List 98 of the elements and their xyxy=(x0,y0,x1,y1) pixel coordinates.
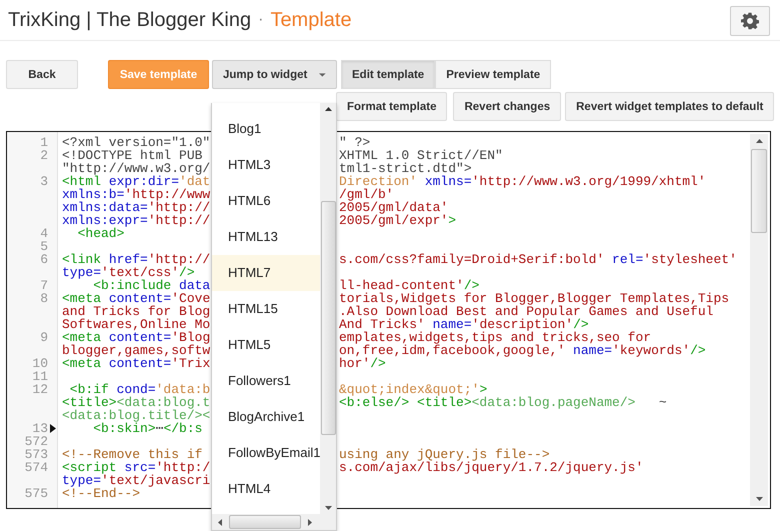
caret-icon xyxy=(319,72,326,76)
menu-item[interactable]: HTML4 xyxy=(212,471,320,507)
code-text: <b:if cond='data:b xyxy=(70,382,210,397)
code-text: &quot;index&quot;'> xyxy=(339,382,488,397)
code-text: xmlns:data='http:// xyxy=(62,200,210,215)
menu-item[interactable]: HTML5 xyxy=(212,327,320,363)
code-text: <head> xyxy=(78,226,124,241)
settings-icon xyxy=(741,12,759,30)
code-text: /gml/b' xyxy=(339,187,394,202)
code-text: Softwares,Online Mo xyxy=(62,317,210,332)
line-number: 1 xyxy=(40,136,48,149)
code-text: <title><data:blog.t xyxy=(62,395,210,410)
code-text: hor'/> xyxy=(339,356,386,371)
menu-item[interactable]: HTML3 xyxy=(212,147,320,183)
scroll-left-icon xyxy=(218,518,222,526)
view-tab[interactable]: Preview template xyxy=(435,60,552,89)
scroll-up-icon xyxy=(756,139,762,143)
menu-item[interactable]: HTML6 xyxy=(212,183,320,219)
back-button[interactable]: Back xyxy=(6,60,78,89)
line-number: 572 xyxy=(24,435,48,448)
code-text: type='text/javascri xyxy=(62,473,210,488)
line-number: 13 xyxy=(32,422,48,435)
line-number: 9 xyxy=(40,331,48,344)
code-text: <meta content='Trix xyxy=(62,356,210,371)
line-number: 4 xyxy=(40,227,48,240)
code-text: <!DOCTYPE html PUB xyxy=(62,148,202,163)
code-text: 2005/gml/expr'> xyxy=(339,213,456,228)
code-text: <!--End--> xyxy=(62,486,140,501)
line-number: 12 xyxy=(32,383,48,396)
code-text: <b:include data xyxy=(93,278,210,293)
blog-title: TrixKing | The Blogger King xyxy=(8,8,252,32)
code-text: xmlns:expr='http:// xyxy=(62,213,210,228)
scroll-thumb[interactable] xyxy=(229,515,301,529)
separator-dot: · xyxy=(258,11,264,29)
code-text: xmlns:b='http://www xyxy=(62,187,210,202)
scroll-down-icon xyxy=(756,497,762,501)
line-number: 5 xyxy=(40,240,48,253)
scroll-up-icon xyxy=(324,107,332,111)
page-title: Template xyxy=(270,8,352,32)
code-text: Direction' xmlns='http://www.w3.org/1999/xhtml' xyxy=(339,174,706,189)
code-text: blogger,games,softw xyxy=(62,343,210,358)
code-text: <meta content='Cove xyxy=(62,291,210,306)
menu-item[interactable]: HTML13 xyxy=(212,219,320,255)
line-number: 6 xyxy=(40,253,48,266)
settings-button[interactable] xyxy=(730,6,770,36)
scrollbar[interactable] xyxy=(320,103,336,514)
code-text: <!--Remove this if xyxy=(62,447,202,462)
code-text: <?xml version="1.0" xyxy=(62,135,210,150)
code-text: <data:blog.title/>< xyxy=(62,408,210,423)
scrollbar[interactable] xyxy=(750,134,768,506)
view-tab[interactable]: Edit template xyxy=(341,60,436,89)
code-text: ll-head-content'/> xyxy=(339,278,480,293)
code-text: <link href='http:// xyxy=(62,252,210,267)
horizontal-scrollbar[interactable] xyxy=(212,514,336,530)
fold-marker-icon[interactable] xyxy=(50,424,56,433)
code-text: torials,Widgets for Blogger,Blogger Templates,Tips xyxy=(339,291,730,306)
code-text: tml1-strict.dtd"> xyxy=(339,161,472,176)
code-text: emplates,widgets,tips and tricks,seo for xyxy=(339,330,652,345)
code-text: <html expr:dir='dat xyxy=(62,174,210,189)
line-number: 10 xyxy=(32,357,48,370)
code-text: And Tricks' name='description'/> xyxy=(339,317,589,332)
line-number: 575 xyxy=(24,487,48,500)
code-text: <b:else/> <title><data:blog.pageName/> ~ xyxy=(339,395,667,410)
line-number: 574 xyxy=(24,461,48,474)
code-text: <b:skin>⋯</b:s xyxy=(93,421,202,436)
scroll-thumb[interactable] xyxy=(751,149,767,233)
scroll-down-icon xyxy=(324,506,332,510)
line-number: 573 xyxy=(24,448,48,461)
menu-item[interactable]: HTML15 xyxy=(212,291,320,327)
code-text: <meta content='Blog xyxy=(62,330,210,345)
menu-item[interactable]: FollowByEmail1 xyxy=(212,435,320,471)
code-text: " ?> xyxy=(339,135,370,150)
line-number: 2 xyxy=(40,149,48,162)
code-text: on,free,idm,facebook,google,' name='keywords'/> xyxy=(339,343,706,358)
code-text: 2005/gml/data' xyxy=(339,200,448,215)
scroll-right-icon xyxy=(308,518,312,526)
code-text: and Tricks for Blog xyxy=(62,304,210,319)
menu-item[interactable]: Blog1 xyxy=(212,111,320,147)
code-text: XHTML 1.0 Strict//EN" xyxy=(339,148,503,163)
code-text: .Also Download Best and Popular Games and Useful xyxy=(339,304,714,319)
scroll-thumb[interactable] xyxy=(320,201,336,435)
line-number: 8 xyxy=(40,292,48,305)
action-button[interactable]: Revert widget templates to default xyxy=(565,92,774,121)
code-text: <script src='http:/ xyxy=(62,460,210,475)
line-number: 7 xyxy=(40,279,48,292)
menu-item[interactable]: BlogArchive1 xyxy=(212,399,320,435)
action-button[interactable]: Revert changes xyxy=(453,92,562,121)
dropdown-button[interactable]: Jump to widget xyxy=(212,60,337,89)
code-text: using any jQuery.js file--> xyxy=(339,447,550,462)
menu-item[interactable]: Followers1 xyxy=(212,363,320,399)
code-text: s.com/css?family=Droid+Serif:bold' rel='stylesheet' xyxy=(339,252,737,267)
action-button[interactable]: Format template xyxy=(336,92,448,121)
menu-item[interactable]: HTML7 xyxy=(212,255,320,291)
line-number: 11 xyxy=(32,370,48,383)
code-text: type='text/css'/> xyxy=(62,265,195,280)
line-number: 3 xyxy=(40,175,48,188)
code-text: s.com/ajax/libs/jquery/1.7.2/jquery.js' xyxy=(339,460,644,475)
code-text: "http://www.w3.org/ xyxy=(62,161,210,176)
